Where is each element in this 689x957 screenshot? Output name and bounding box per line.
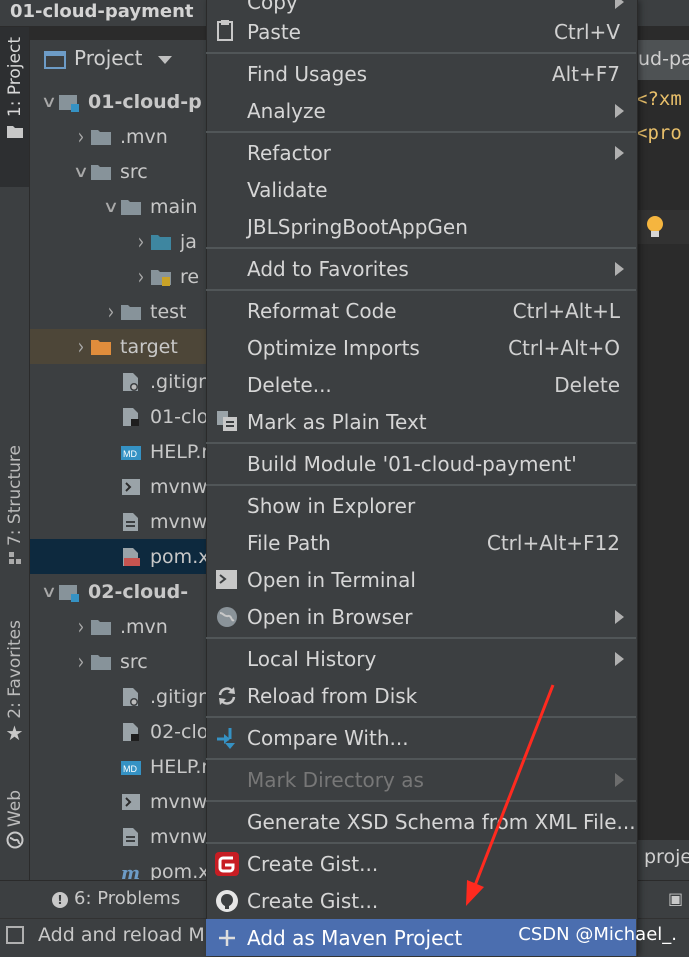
annotation-arrow — [466, 684, 555, 906]
